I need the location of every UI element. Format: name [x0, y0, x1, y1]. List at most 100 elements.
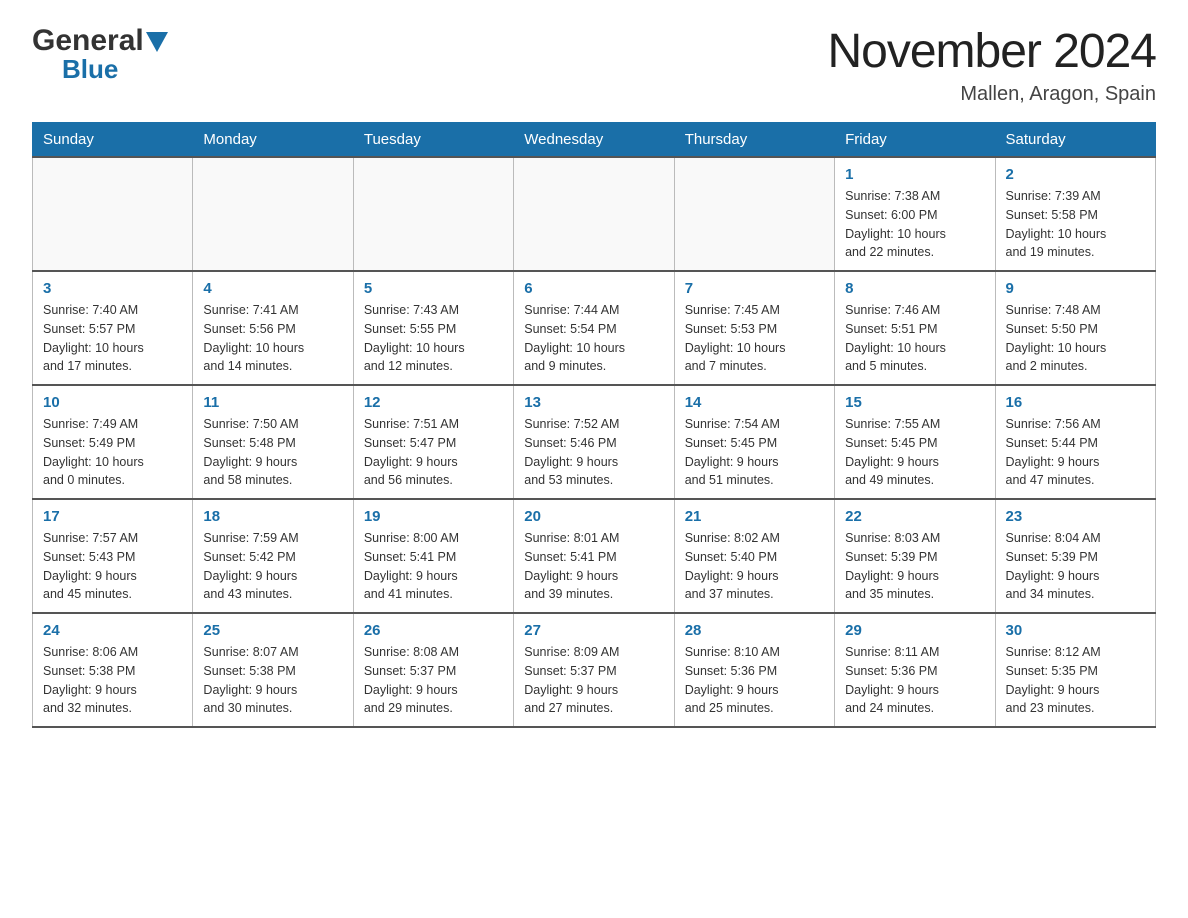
- day-number: 12: [364, 394, 503, 411]
- calendar-cell: 16 Sunrise: 7:56 AM Sunset: 5:44 PM Dayli…: [995, 385, 1155, 499]
- calendar-cell: 6 Sunrise: 7:44 AM Sunset: 5:54 PM Daylig…: [514, 271, 674, 385]
- day-info: Sunrise: 7:54 AM Sunset: 5:45 PM Dayligh…: [685, 415, 824, 490]
- day-info: Sunrise: 8:11 AM Sunset: 5:36 PM Dayligh…: [845, 643, 984, 718]
- day-number: 3: [43, 280, 182, 297]
- calendar-header-saturday: Saturday: [995, 123, 1155, 158]
- calendar-cell: 22Sunrise: 8:03 AM Sunset: 5:39 PM Dayli…: [835, 499, 995, 613]
- calendar-header-row: SundayMondayTuesdayWednesdayThursdayFrid…: [33, 123, 1156, 158]
- day-number: 4: [203, 280, 342, 297]
- calendar-cell: 11Sunrise: 7:50 AM Sunset: 5:48 PM Dayli…: [193, 385, 353, 499]
- day-info: Sunrise: 8:12 AM Sunset: 5:35 PM Dayligh…: [1006, 643, 1145, 718]
- day-info: Sunrise: 7:56 AM Sunset: 5:44 PM Dayligh…: [1006, 415, 1145, 490]
- day-info: Sunrise: 7:49 AM Sunset: 5:49 PM Dayligh…: [43, 415, 182, 490]
- day-info: Sunrise: 7:55 AM Sunset: 5:45 PM Dayligh…: [845, 415, 984, 490]
- day-number: 15: [845, 394, 984, 411]
- calendar-cell: 12 Sunrise: 7:51 AM Sunset: 5:47 PM Dayli…: [353, 385, 513, 499]
- day-info: Sunrise: 7:44 AM Sunset: 5:54 PM Dayligh…: [524, 301, 663, 376]
- calendar-cell: 29 Sunrise: 8:11 AM Sunset: 5:36 PM Dayli…: [835, 613, 995, 727]
- day-info: Sunrise: 7:45 AM Sunset: 5:53 PM Dayligh…: [685, 301, 824, 376]
- location-title: Mallen, Aragon, Spain: [827, 83, 1156, 106]
- calendar-week-4: 17Sunrise: 7:57 AM Sunset: 5:43 PM Dayli…: [33, 499, 1156, 613]
- calendar-table: SundayMondayTuesdayWednesdayThursdayFrid…: [32, 122, 1156, 728]
- calendar-cell: [33, 157, 193, 271]
- calendar-cell: 25 Sunrise: 8:07 AM Sunset: 5:38 PM Dayli…: [193, 613, 353, 727]
- calendar-cell: 1 Sunrise: 7:38 AM Sunset: 6:00 PM Daylig…: [835, 157, 995, 271]
- calendar-cell: 14Sunrise: 7:54 AM Sunset: 5:45 PM Dayli…: [674, 385, 834, 499]
- calendar-cell: 19Sunrise: 8:00 AM Sunset: 5:41 PM Dayli…: [353, 499, 513, 613]
- logo-blue-text: Blue: [62, 54, 118, 84]
- day-number: 7: [685, 280, 824, 297]
- day-number: 13: [524, 394, 663, 411]
- calendar-cell: 5 Sunrise: 7:43 AM Sunset: 5:55 PM Daylig…: [353, 271, 513, 385]
- calendar-header-thursday: Thursday: [674, 123, 834, 158]
- day-number: 5: [364, 280, 503, 297]
- day-number: 30: [1006, 622, 1145, 639]
- logo: General Blue: [32, 24, 168, 85]
- day-number: 21: [685, 508, 824, 525]
- day-info: Sunrise: 7:51 AM Sunset: 5:47 PM Dayligh…: [364, 415, 503, 490]
- day-number: 18: [203, 508, 342, 525]
- day-number: 29: [845, 622, 984, 639]
- month-title: November 2024: [827, 24, 1156, 79]
- day-number: 20: [524, 508, 663, 525]
- calendar-cell: [674, 157, 834, 271]
- day-number: 16: [1006, 394, 1145, 411]
- day-number: 25: [203, 622, 342, 639]
- calendar-week-3: 10 Sunrise: 7:49 AM Sunset: 5:49 PM Dayli…: [33, 385, 1156, 499]
- page-header: General Blue November 2024 Mallen, Arago…: [32, 24, 1156, 106]
- calendar-cell: 7 Sunrise: 7:45 AM Sunset: 5:53 PM Daylig…: [674, 271, 834, 385]
- day-info: Sunrise: 7:59 AM Sunset: 5:42 PM Dayligh…: [203, 529, 342, 604]
- day-number: 24: [43, 622, 182, 639]
- day-info: Sunrise: 7:38 AM Sunset: 6:00 PM Dayligh…: [845, 187, 984, 262]
- calendar-header-friday: Friday: [835, 123, 995, 158]
- day-info: Sunrise: 8:04 AM Sunset: 5:39 PM Dayligh…: [1006, 529, 1145, 604]
- calendar-cell: 9 Sunrise: 7:48 AM Sunset: 5:50 PM Daylig…: [995, 271, 1155, 385]
- day-number: 27: [524, 622, 663, 639]
- day-number: 10: [43, 394, 182, 411]
- calendar-cell: 18 Sunrise: 7:59 AM Sunset: 5:42 PM Dayli…: [193, 499, 353, 613]
- day-number: 8: [845, 280, 984, 297]
- calendar-header-sunday: Sunday: [33, 123, 193, 158]
- day-info: Sunrise: 7:52 AM Sunset: 5:46 PM Dayligh…: [524, 415, 663, 490]
- calendar-cell: 15 Sunrise: 7:55 AM Sunset: 5:45 PM Dayli…: [835, 385, 995, 499]
- day-info: Sunrise: 7:46 AM Sunset: 5:51 PM Dayligh…: [845, 301, 984, 376]
- calendar-cell: [353, 157, 513, 271]
- calendar-week-5: 24Sunrise: 8:06 AM Sunset: 5:38 PM Dayli…: [33, 613, 1156, 727]
- calendar-week-1: 1 Sunrise: 7:38 AM Sunset: 6:00 PM Daylig…: [33, 157, 1156, 271]
- day-info: Sunrise: 7:39 AM Sunset: 5:58 PM Dayligh…: [1006, 187, 1145, 262]
- calendar-cell: 2 Sunrise: 7:39 AM Sunset: 5:58 PM Daylig…: [995, 157, 1155, 271]
- logo-general-text: General: [32, 24, 144, 58]
- day-info: Sunrise: 7:41 AM Sunset: 5:56 PM Dayligh…: [203, 301, 342, 376]
- calendar-cell: 24Sunrise: 8:06 AM Sunset: 5:38 PM Dayli…: [33, 613, 193, 727]
- day-number: 26: [364, 622, 503, 639]
- calendar-header-monday: Monday: [193, 123, 353, 158]
- day-info: Sunrise: 8:07 AM Sunset: 5:38 PM Dayligh…: [203, 643, 342, 718]
- calendar-cell: 21 Sunrise: 8:02 AM Sunset: 5:40 PM Dayli…: [674, 499, 834, 613]
- calendar-cell: 8 Sunrise: 7:46 AM Sunset: 5:51 PM Daylig…: [835, 271, 995, 385]
- calendar-cell: 20 Sunrise: 8:01 AM Sunset: 5:41 PM Dayli…: [514, 499, 674, 613]
- calendar-cell: 23 Sunrise: 8:04 AM Sunset: 5:39 PM Dayli…: [995, 499, 1155, 613]
- calendar-cell: 30 Sunrise: 8:12 AM Sunset: 5:35 PM Dayli…: [995, 613, 1155, 727]
- day-number: 23: [1006, 508, 1145, 525]
- calendar-cell: 3Sunrise: 7:40 AM Sunset: 5:57 PM Daylig…: [33, 271, 193, 385]
- calendar-cell: [193, 157, 353, 271]
- day-info: Sunrise: 7:48 AM Sunset: 5:50 PM Dayligh…: [1006, 301, 1145, 376]
- calendar-cell: 28Sunrise: 8:10 AM Sunset: 5:36 PM Dayli…: [674, 613, 834, 727]
- calendar-header-wednesday: Wednesday: [514, 123, 674, 158]
- day-info: Sunrise: 8:03 AM Sunset: 5:39 PM Dayligh…: [845, 529, 984, 604]
- calendar-cell: 27Sunrise: 8:09 AM Sunset: 5:37 PM Dayli…: [514, 613, 674, 727]
- day-info: Sunrise: 8:02 AM Sunset: 5:40 PM Dayligh…: [685, 529, 824, 604]
- day-info: Sunrise: 7:43 AM Sunset: 5:55 PM Dayligh…: [364, 301, 503, 376]
- logo-triangle-icon: [146, 32, 168, 52]
- calendar-cell: [514, 157, 674, 271]
- day-number: 1: [845, 166, 984, 183]
- day-info: Sunrise: 8:01 AM Sunset: 5:41 PM Dayligh…: [524, 529, 663, 604]
- day-number: 6: [524, 280, 663, 297]
- day-number: 9: [1006, 280, 1145, 297]
- calendar-cell: 26 Sunrise: 8:08 AM Sunset: 5:37 PM Dayli…: [353, 613, 513, 727]
- day-info: Sunrise: 8:08 AM Sunset: 5:37 PM Dayligh…: [364, 643, 503, 718]
- day-number: 2: [1006, 166, 1145, 183]
- day-info: Sunrise: 7:50 AM Sunset: 5:48 PM Dayligh…: [203, 415, 342, 490]
- day-number: 19: [364, 508, 503, 525]
- title-block: November 2024 Mallen, Aragon, Spain: [827, 24, 1156, 106]
